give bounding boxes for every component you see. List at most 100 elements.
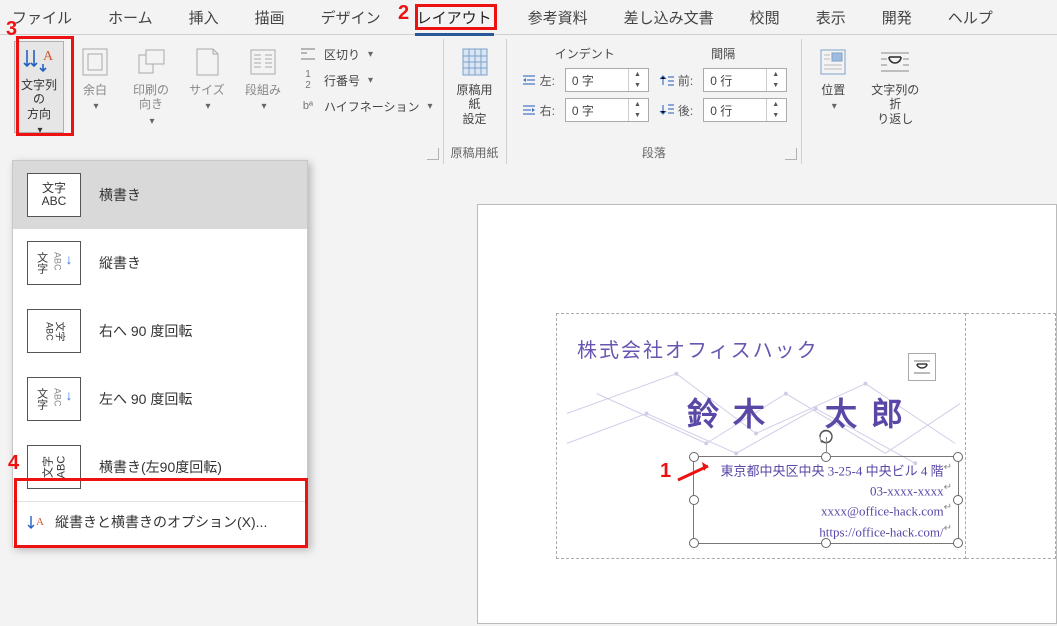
text-direction-label: 文字列の 方向 [19,78,59,121]
card-company: 株式会社オフィスハック [577,334,819,363]
spin-down[interactable]: ▼ [767,80,784,91]
resize-handle[interactable] [953,452,963,462]
thumb-horizontal-l90-icon: 文字 ABC [27,445,81,489]
annotation-1-label: 1 [660,460,671,483]
page-setup-launcher[interactable] [427,148,439,160]
selected-textbox[interactable]: 東京都中央区中央 3-25-4 中央ビル 4 階↵ 03-xxxx-xxxx↵ … [693,456,959,544]
group-manuscript-label: 原稿用紙 [450,142,500,162]
tab-view[interactable]: 表示 [814,1,848,34]
resize-handle[interactable] [689,538,699,548]
spin-down[interactable]: ▼ [629,110,646,121]
columns-button[interactable]: 段組み ▾ [238,41,288,133]
chevron-down-icon: ▾ [261,101,266,113]
direction-option-horizontal-label: 横書き [99,185,141,205]
tab-layout[interactable]: レイアウト [415,1,494,34]
spin-up[interactable]: ▲ [767,99,784,110]
breaks-icon [298,45,318,63]
direction-option-rotate-left[interactable]: 文字 ABC ↓ 左へ 90 度回転 [13,365,307,433]
direction-option-horizontal[interactable]: 文字 ABC 横書き [13,161,307,229]
manuscript-icon [458,45,492,79]
layout-options-float[interactable] [908,353,936,381]
tab-file[interactable]: ファイル [10,1,74,34]
wrap-text-label: 文字列の折 り返し [868,83,922,126]
chevron-down-icon: ▾ [368,49,373,60]
hyphenation-button[interactable]: bª ハイフネーション ▾ [294,95,437,117]
group-page-setup-label [14,142,437,162]
resize-handle[interactable] [953,495,963,505]
chevron-down-icon: ▾ [205,101,210,113]
size-button[interactable]: サイズ ▾ [182,41,232,133]
tab-help[interactable]: ヘルプ [946,1,995,34]
margins-icon [78,45,112,79]
direction-option-vertical-label: 縦書き [99,253,141,273]
group-paragraph-label: 段落 [521,142,788,162]
position-button[interactable]: 位置 ▾ [808,41,858,133]
breaks-button[interactable]: 区切り ▾ [294,43,437,65]
margins-button[interactable]: 余白 ▾ [70,41,120,133]
direction-options-label: 縦書きと横書きのオプション(X)... [55,512,267,532]
direction-option-horizontal-l90[interactable]: 文字 ABC 横書き(左90度回転) [13,433,307,501]
indent-right-input[interactable]: ▲▼ [565,98,649,122]
group-manuscript: 原稿用紙 設定 原稿用紙 [444,39,507,164]
card-tel: 03-xxxx-xxxx [870,484,944,499]
tab-design[interactable]: デザイン [319,1,383,34]
line-numbers-button[interactable]: 12 行番号 ▾ [294,69,437,91]
indent-header: インデント [521,45,649,62]
orientation-button[interactable]: 印刷の 向き ▾ [126,41,176,133]
margins-label: 余白 [83,83,107,97]
tab-draw[interactable]: 描画 [253,1,287,34]
annotation-2-label: 2 [398,2,409,25]
tab-insert[interactable]: 挿入 [187,1,221,34]
line-numbers-label: 行番号 [324,72,360,89]
indent-left-input[interactable]: ▲▼ [565,68,649,92]
direction-option-vertical[interactable]: 文字 ABC ↓ 縦書き [13,229,307,297]
text-direction-icon: A [22,46,56,74]
tab-references[interactable]: 参考資料 [526,1,590,34]
thumb-vertical-icon: 文字 ABC ↓ [27,241,81,285]
spacing-before-label: 前: [659,72,693,89]
tab-review[interactable]: 校閲 [748,1,782,34]
tab-home[interactable]: ホーム [106,1,155,34]
document-page[interactable]: 株式会社オフィスハック 鈴木 太郎 東京都中央区中央 3-25-4 中央ビル [477,204,1057,624]
tab-developer[interactable]: 開発 [880,1,914,34]
thumb-horizontal-icon: 文字 ABC [27,173,81,217]
ribbon-tabs: ファイル ホーム 挿入 描画 デザイン レイアウト 参考資料 差し込み文書 校閲… [0,0,1057,34]
text-direction-button[interactable]: A 文字列の 方向 ▾ [14,41,64,133]
chevron-down-icon: ▾ [832,101,837,113]
indent-left-input-field[interactable] [566,73,628,87]
paragraph-launcher[interactable] [785,148,797,160]
chevron-down-icon: ▾ [93,101,98,113]
wrap-text-icon [912,358,932,376]
card-name: 鈴木 太郎 [687,389,917,435]
resize-handle[interactable] [689,495,699,505]
group-page-setup: A 文字列の 方向 ▾ 余白 ▾ [0,39,444,164]
columns-label: 段組み [245,83,281,97]
spacing-before-input-field[interactable] [704,73,766,87]
group-arrange-label [808,142,926,162]
spacing-after-input[interactable]: ▲▼ [703,98,787,122]
chevron-down-icon: ▾ [37,125,42,137]
tab-mailings[interactable]: 差し込み文書 [622,1,716,34]
wrap-text-icon [878,45,912,79]
hyphenation-icon: bª [298,97,318,115]
annotation-3-label: 3 [6,18,17,41]
business-card-next[interactable] [966,313,1056,559]
spin-up[interactable]: ▲ [767,69,784,80]
spin-up[interactable]: ▲ [629,99,646,110]
ribbon: A 文字列の 方向 ▾ 余白 ▾ [0,34,1057,164]
spacing-before-input[interactable]: ▲▼ [703,68,787,92]
direction-options-more[interactable]: A 縦書きと横書きのオプション(X)... [13,501,307,544]
indent-left-label: 左: [521,72,555,89]
business-card[interactable]: 株式会社オフィスハック 鈴木 太郎 東京都中央区中央 3-25-4 中央ビル [556,313,966,559]
spin-up[interactable]: ▲ [629,69,646,80]
group-paragraph: インデント 間隔 左: ▲▼ 前: ▲▼ [507,39,803,164]
spin-down[interactable]: ▼ [629,80,646,91]
manuscript-settings-button[interactable]: 原稿用紙 設定 [450,41,500,133]
indent-right-input-field[interactable] [566,103,628,117]
resize-handle[interactable] [953,538,963,548]
direction-option-rotate-right[interactable]: 文字ABC 右へ 90 度回転 [13,297,307,365]
spin-down[interactable]: ▼ [767,110,784,121]
wrap-text-button[interactable]: 文字列の折 り返し [864,41,926,133]
chevron-down-icon: ▾ [149,116,154,128]
spacing-after-input-field[interactable] [704,103,766,117]
